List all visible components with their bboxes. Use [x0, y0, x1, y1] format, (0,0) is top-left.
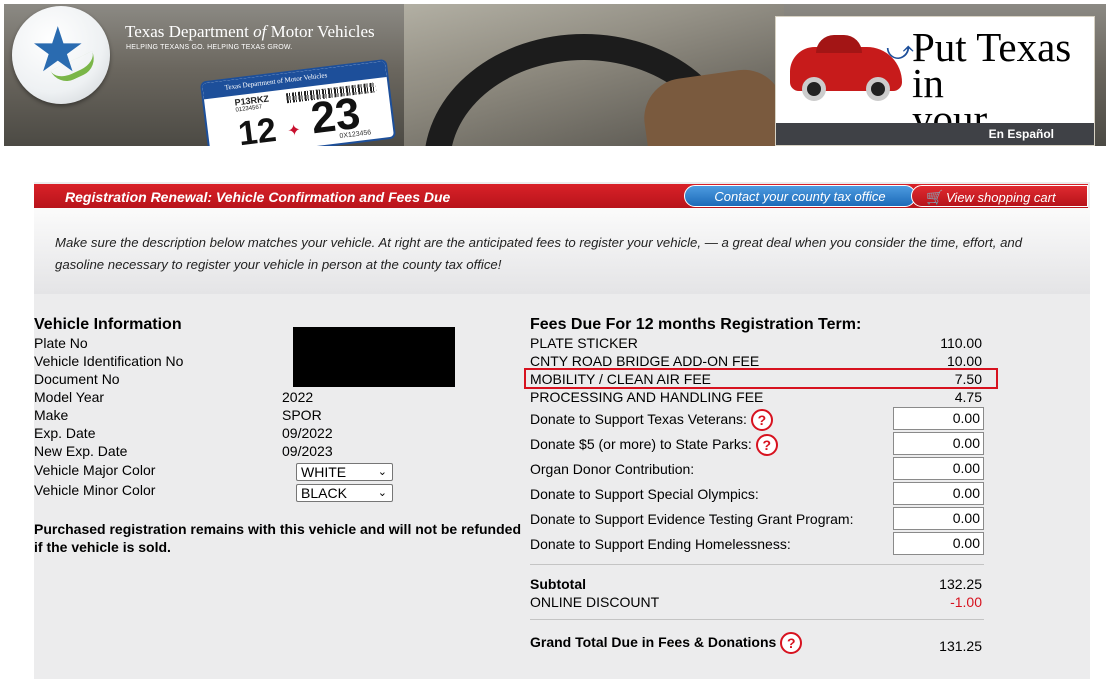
view-cart-label: View shopping cart: [946, 190, 1056, 205]
vehicle-row: Model Year 2022: [34, 388, 514, 406]
new-exp-date-value: 09/2023: [282, 443, 333, 459]
contact-county-button[interactable]: Contact your county tax office: [684, 185, 916, 207]
donation-label: Donate to Support Special Olympics:: [530, 486, 759, 502]
minor-color-value: BLACK: [301, 485, 347, 501]
evidence-testing-input[interactable]: 0.00: [893, 507, 984, 530]
major-color-value: WHITE: [301, 464, 347, 480]
main-panel: Registration Renewal: Vehicle Confirmati…: [34, 182, 1090, 679]
donation-label: Donate to Support Evidence Testing Grant…: [530, 511, 854, 527]
fee-label: CNTY ROAD BRIDGE ADD-ON FEE: [530, 353, 760, 369]
subtotal-amount: 132.25: [939, 576, 982, 592]
help-icon[interactable]: ?: [780, 632, 803, 655]
donation-label: Donate to Support Ending Homelessness:: [530, 536, 791, 552]
donation-row: Donate to Support Evidence Testing Grant…: [530, 506, 990, 531]
discount-amount: -1.00: [950, 594, 982, 610]
donation-label: Donate $5 (or more) to State Parks:?: [530, 432, 778, 457]
grand-total-amount: 131.25: [939, 638, 982, 654]
page-title: Registration Renewal: Vehicle Confirmati…: [65, 189, 451, 205]
document-label: Document No: [34, 371, 120, 387]
fee-row: PLATE STICKER 110.00: [530, 334, 990, 352]
fees-heading: Fees Due For 12 months Registration Term…: [530, 316, 862, 333]
vehicle-row: Exp. Date 09/2022: [34, 424, 514, 442]
donation-row: Donate $5 (or more) to State Parks:? 0.00: [530, 431, 990, 457]
subtotal-row: Subtotal 132.25: [530, 575, 990, 593]
txdmv-logo[interactable]: ★: [12, 6, 110, 104]
discount-label: ONLINE DISCOUNT: [530, 594, 660, 610]
grand-total-label: Grand Total Due in Fees & Donations?: [530, 632, 803, 655]
make-label: Make: [34, 407, 69, 423]
chevron-down-icon: ⌄: [377, 466, 387, 478]
vehicle-row: Vehicle Minor Color: [34, 480, 514, 500]
grand-total-row: Grand Total Due in Fees & Donations? 131.…: [530, 630, 990, 655]
curved-arrow-icon: ⤻: [886, 35, 914, 65]
model-year-value: 2022: [282, 389, 314, 405]
minor-color-label: Vehicle Minor Color: [34, 482, 156, 498]
divider: [530, 564, 984, 565]
make-value: SPOR: [282, 407, 322, 423]
state-parks-donation-input[interactable]: 0.00: [893, 432, 984, 455]
donation-row: Donate to Support Special Olympics: 0.00: [530, 481, 990, 506]
divider: [530, 619, 984, 620]
fee-label: PLATE STICKER: [530, 335, 638, 351]
donation-row: Organ Donor Contribution: 0.00: [530, 456, 990, 481]
discount-row: ONLINE DISCOUNT -1.00: [530, 593, 990, 611]
highlight-box: [524, 368, 998, 389]
shopping-cart-icon: 🛒: [926, 189, 944, 205]
intro-text: Make sure the description below matches …: [34, 208, 1090, 294]
model-year-label: Model Year: [34, 389, 105, 405]
organ-donor-input[interactable]: 0.00: [893, 457, 984, 480]
donation-label: Organ Donor Contribution:: [530, 461, 695, 477]
chevron-down-icon: ⌄: [377, 487, 387, 499]
agency-tagline: HELPING TEXANS GO. HELPING TEXAS GROW.: [126, 44, 293, 51]
agency-name: Texas Department of Motor Vehicles: [125, 22, 375, 41]
texas-star-icon: ✦: [286, 121, 302, 141]
major-color-label: Vehicle Major Color: [34, 462, 156, 478]
registration-sticker-image: Texas Department of Motor Vehicles P13RK…: [199, 58, 397, 146]
exp-date-value: 09/2022: [282, 425, 333, 441]
fee-amount: 110.00: [940, 335, 982, 351]
minor-color-select[interactable]: BLACK ⌄: [296, 484, 393, 502]
homelessness-input[interactable]: 0.00: [893, 532, 984, 555]
vehicle-row: Vehicle Major Color: [34, 460, 514, 480]
help-icon[interactable]: ?: [755, 434, 778, 457]
fee-amount: 4.75: [954, 389, 982, 405]
major-color-select[interactable]: WHITE ⌄: [296, 463, 393, 481]
plate-label: Plate No: [34, 335, 88, 351]
donation-label: Donate to Support Texas Veterans:?: [530, 407, 773, 432]
fee-row: PROCESSING AND HANDLING FEE 4.75: [530, 388, 990, 406]
promo-banner[interactable]: ⤻ Put Texas inyour corner. En Español: [775, 16, 1095, 146]
redacted-block: [293, 327, 455, 387]
fee-label: PROCESSING AND HANDLING FEE: [530, 389, 764, 405]
donation-row: Donate to Support Ending Homelessness: 0.…: [530, 531, 990, 556]
view-cart-button[interactable]: 🛒 View shopping cart: [911, 185, 1088, 207]
exp-date-label: Exp. Date: [34, 425, 96, 441]
new-exp-date-label: New Exp. Date: [34, 443, 128, 459]
fees-section: Fees Due For 12 months Registration Term…: [530, 316, 990, 655]
sticker-plate: P13RKZ 01234567: [234, 93, 270, 114]
vehicle-row: Make SPOR: [34, 406, 514, 424]
refund-notice: Purchased registration remains with this…: [34, 521, 521, 555]
sticker-month: 12: [236, 110, 279, 146]
donation-row: Donate to Support Texas Veterans:? 0.00: [530, 406, 990, 432]
header-banner: ★ Texas Department of Motor Vehicles HEL…: [4, 4, 1106, 146]
vehicle-row: New Exp. Date 09/2023: [34, 442, 514, 460]
help-icon[interactable]: ?: [750, 409, 773, 432]
subtotal-label: Subtotal: [530, 576, 586, 592]
veterans-donation-input[interactable]: 0.00: [893, 407, 984, 430]
espanol-link[interactable]: En Español: [776, 123, 1094, 145]
title-bar: Registration Renewal: Vehicle Confirmati…: [34, 184, 1088, 208]
vin-label: Vehicle Identification No: [34, 353, 184, 369]
special-olympics-input[interactable]: 0.00: [893, 482, 984, 505]
